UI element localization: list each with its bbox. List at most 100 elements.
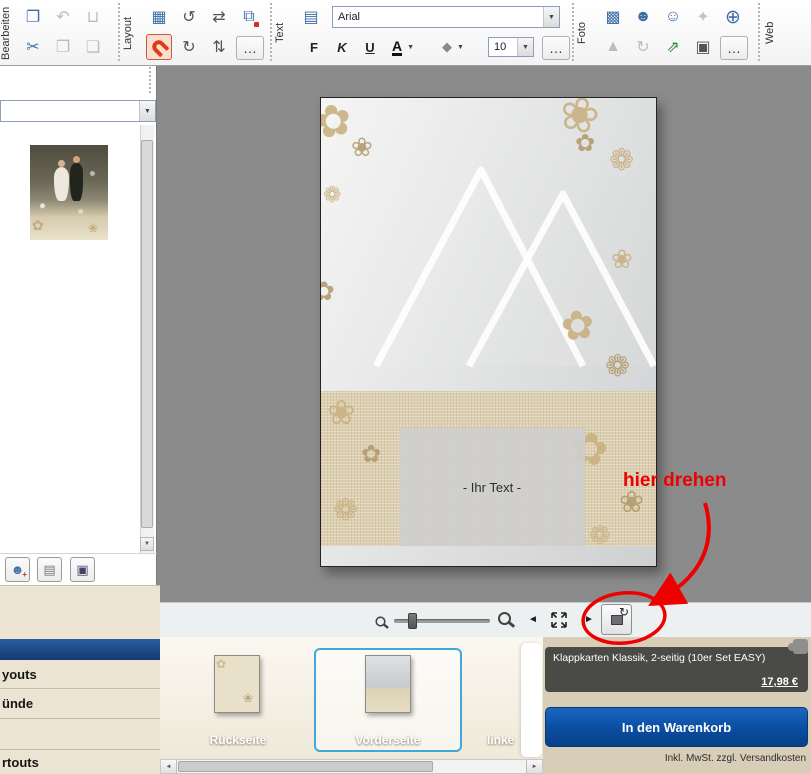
- thumbnail-label-rueckseite[interactable]: Rückseite: [196, 733, 280, 747]
- zoom-slider-handle[interactable]: [408, 613, 417, 629]
- canvas-area[interactable]: ✿ ❀ ❁ ❀ ✿ ❁ ✿ ❀ ✿ ❁ ❀ ✿ ❁ ✿ ❀ ❁ - Ihr Te…: [160, 66, 811, 602]
- toolbar-separator: [758, 3, 760, 61]
- contacts-button[interactable]: ☻ +: [5, 557, 30, 582]
- accordion-item-layouts[interactable]: youts: [0, 661, 160, 689]
- template-filter-dropdown[interactable]: ▼: [0, 100, 156, 122]
- layers-glyph: ⧉: [243, 8, 254, 26]
- zoom-slider-track[interactable]: [394, 619, 490, 623]
- accordion-header-active[interactable]: [0, 639, 160, 660]
- prev-page-icon[interactable]: ◄: [528, 614, 538, 625]
- flower-icon: ❀: [619, 488, 644, 518]
- rotate-left-icon[interactable]: ↺: [176, 4, 202, 30]
- add-to-cart-button[interactable]: In den Warenkorb: [545, 707, 808, 747]
- toolbar-section-label-layout: Layout: [122, 2, 134, 64]
- paste-icon[interactable]: ❏: [80, 34, 106, 60]
- toolbar-section-label-web: Web: [764, 2, 776, 64]
- chevron-down-icon[interactable]: ▼: [454, 44, 467, 51]
- layout-more-options-button[interactable]: …: [236, 36, 264, 60]
- chevron-down-icon[interactable]: ▼: [139, 101, 155, 121]
- sidebar-divider: [0, 553, 157, 554]
- bold-button[interactable]: F: [302, 36, 326, 58]
- flower-icon: ✿: [558, 304, 597, 348]
- italic-button[interactable]: K: [330, 36, 354, 58]
- image-view-button[interactable]: ▣: [70, 557, 95, 582]
- card-text-placeholder[interactable]: - Ihr Text -: [399, 428, 585, 546]
- product-price[interactable]: 17,98 €: [761, 676, 798, 688]
- fill-color-button[interactable]: ◆ ▼: [438, 36, 467, 58]
- flower-icon: ✿: [361, 443, 381, 467]
- thumbnails-scrollbar[interactable]: ◄ ►: [160, 759, 543, 774]
- font-color-button[interactable]: A ▼: [388, 36, 417, 58]
- toolbar-section-label-foto: Foto: [576, 2, 588, 64]
- copy-icon[interactable]: ❐: [50, 34, 76, 60]
- chevron-down-icon[interactable]: ▼: [404, 44, 417, 51]
- chevron-down-icon[interactable]: ▼: [543, 7, 559, 27]
- zoom-out-icon[interactable]: [375, 616, 385, 626]
- thumbnail-vorderseite[interactable]: [365, 655, 411, 713]
- add-group-icon[interactable]: ☻: [630, 4, 656, 30]
- font-color-letter: A: [392, 39, 402, 56]
- landscape-photo-icon[interactable]: ▲: [600, 34, 626, 60]
- delete-icon[interactable]: ⊔: [80, 4, 106, 30]
- font-size-select[interactable]: 10 ▼: [488, 37, 534, 57]
- cut-icon[interactable]: ✂: [20, 34, 46, 60]
- flower-icon: ✿: [32, 217, 44, 234]
- flower-icon: ❁: [333, 496, 358, 526]
- magnet-snap-icon[interactable]: [146, 34, 172, 60]
- undo-icon[interactable]: ↶: [50, 4, 76, 30]
- arrange-layers-icon[interactable]: ⧉: [236, 4, 262, 30]
- fit-to-screen-icon[interactable]: [550, 611, 568, 629]
- zoom-toolbar: ◄ ► ↻: [160, 602, 811, 637]
- rotate-right-icon[interactable]: ↻: [176, 34, 202, 60]
- globe-icon[interactable]: ⊕: [720, 4, 746, 30]
- toolbar-section-label-bearbeiten: Bearbeiten: [0, 2, 12, 64]
- scroll-down-button[interactable]: ▼: [140, 537, 154, 551]
- groom-head-shape: [73, 156, 80, 163]
- font-family-select[interactable]: Arial ▼: [332, 6, 560, 28]
- photo-effects-icon[interactable]: ✦: [690, 4, 716, 30]
- font-size-value: 10: [489, 41, 517, 53]
- thumbnail-rueckseite[interactable]: ✿ ❀: [214, 655, 260, 713]
- accordion-item-hintergruende[interactable]: ünde: [0, 689, 160, 719]
- scroll-right-button[interactable]: ►: [526, 760, 542, 773]
- chevron-down-icon[interactable]: ▼: [517, 38, 533, 56]
- card-view-button[interactable]: ▤: [37, 557, 62, 582]
- text-more-options-button[interactable]: …: [542, 36, 570, 60]
- card-preview[interactable]: ✿ ❀ ❁ ❀ ✿ ❁ ✿ ❀ ✿ ❁ ❀ ✿ ❁ ✿ ❀ ❁ - Ihr Te…: [320, 97, 657, 567]
- thumbnail-panel-edge: [521, 643, 542, 757]
- magnet-shape: [149, 37, 169, 57]
- bottom-panel: ✿ ❀ Rückseite Vorderseite linke Klappkar…: [160, 637, 811, 774]
- plus-badge: +: [22, 570, 27, 579]
- add-photo-icon[interactable]: ▩: [600, 4, 626, 30]
- scroll-left-button[interactable]: ◄: [161, 760, 177, 773]
- flip-horizontal-icon[interactable]: ⇄: [206, 4, 232, 30]
- sidebar-accordion: youts ünde rtouts: [0, 585, 160, 774]
- foto-more-options-button[interactable]: …: [720, 36, 748, 60]
- accordion-item-passepartouts[interactable]: rtouts: [0, 749, 160, 774]
- open-icon[interactable]: ❐: [20, 4, 46, 30]
- sidebar: ▼ ✿ ❀ ▲ ▼ ☻ + ▤ ▣: [0, 66, 157, 585]
- rotate-card-button[interactable]: ↻: [601, 604, 632, 635]
- template-thumbnail-wedding[interactable]: ✿ ❀: [30, 145, 108, 240]
- flip-vertical-icon[interactable]: ⇅: [206, 34, 232, 60]
- thumbnail-label-vorderseite[interactable]: Vorderseite: [330, 733, 446, 747]
- sidebar-scrollbar-thumb[interactable]: [141, 140, 153, 528]
- font-family-value: Arial: [333, 11, 543, 23]
- flower-icon: ✿: [320, 278, 335, 304]
- zoom-in-icon[interactable]: [498, 612, 511, 625]
- accordion-label: rtouts: [2, 755, 39, 770]
- add-person-icon[interactable]: ☺: [660, 4, 686, 30]
- toolbar: Bearbeiten ❐ ↶ ⊔ ✂ ❐ ❏ Layout ▦ ↺ ⇄ ⧉ ↻ …: [0, 0, 811, 66]
- card-editor-app: Bearbeiten ❐ ↶ ⊔ ✂ ❐ ❏ Layout ▦ ↺ ⇄ ⧉ ↻ …: [0, 0, 811, 774]
- photo-frame-icon[interactable]: ▣: [690, 34, 716, 60]
- toolbar-separator: [118, 3, 120, 61]
- underline-button[interactable]: U: [358, 36, 382, 58]
- insert-text-icon[interactable]: ▤: [298, 4, 324, 30]
- thumbnails-scrollbar-thumb[interactable]: [178, 761, 433, 772]
- accordion-label: ünde: [2, 696, 33, 711]
- export-photo-icon[interactable]: ⇗: [660, 34, 686, 60]
- placeholder-text: - Ihr Text -: [463, 480, 521, 495]
- next-page-icon[interactable]: ►: [584, 614, 594, 625]
- grid-icon[interactable]: ▦: [146, 4, 172, 30]
- rotate-photo-icon[interactable]: ↻: [630, 34, 656, 60]
